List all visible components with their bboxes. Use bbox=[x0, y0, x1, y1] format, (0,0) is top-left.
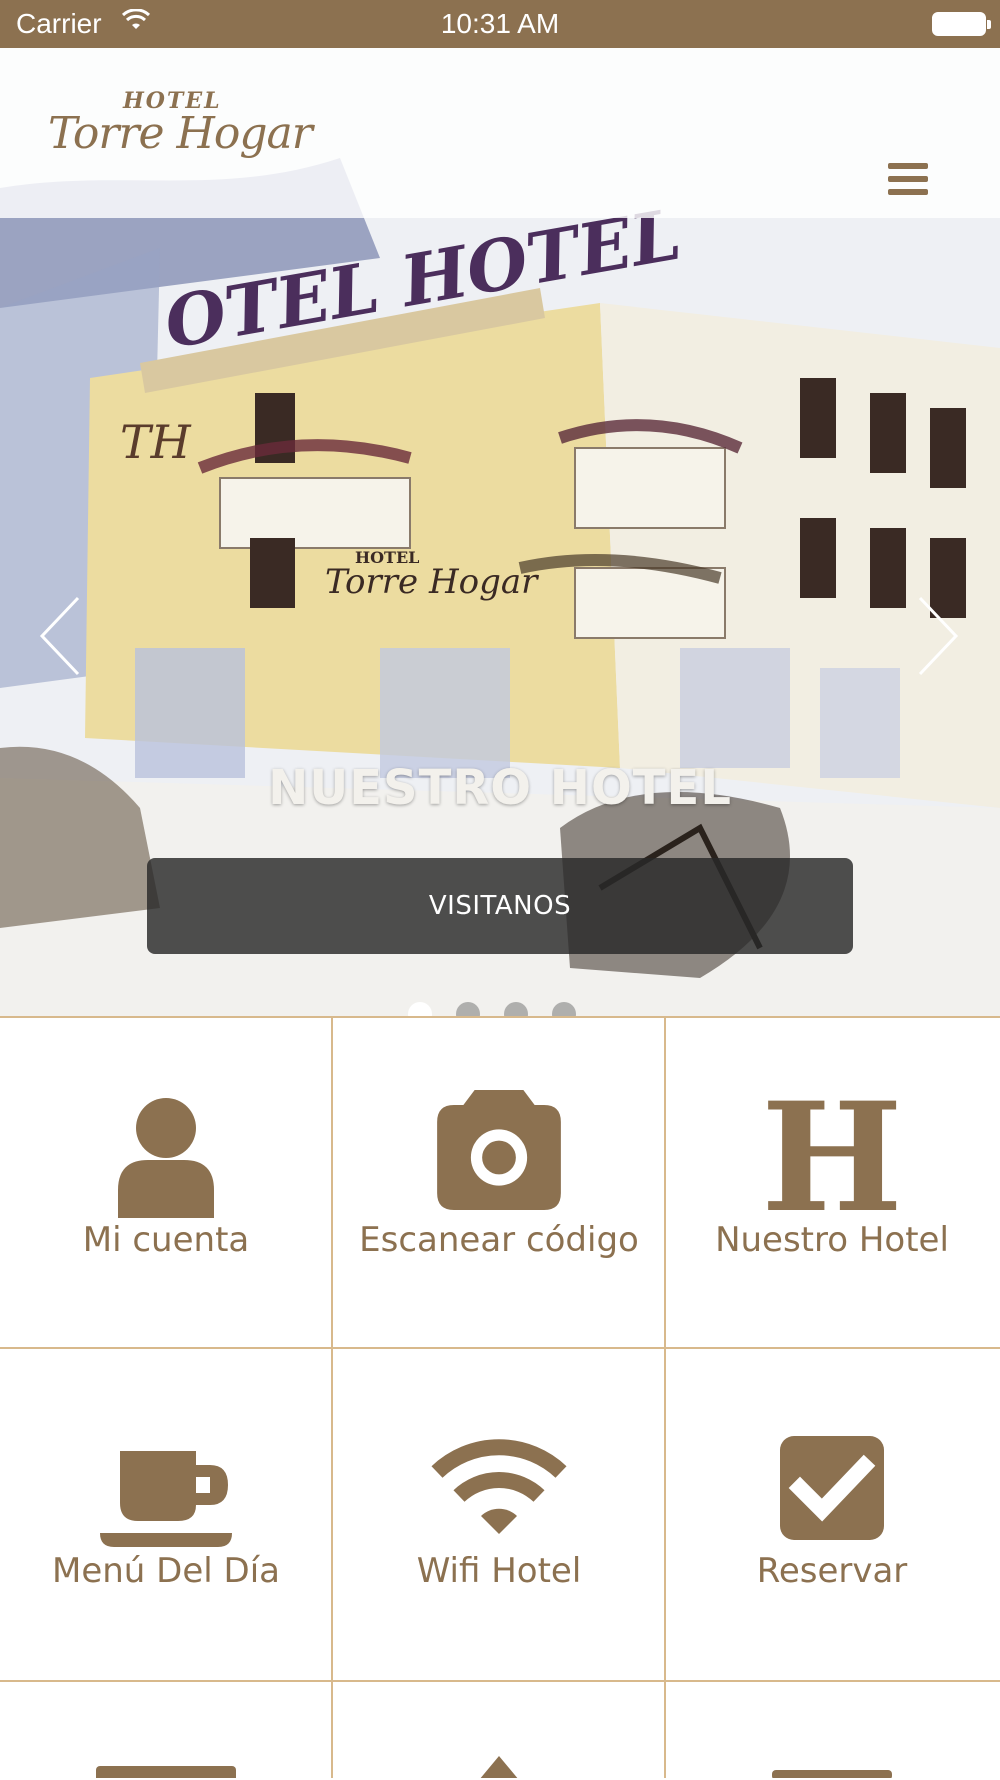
tile-nuestro-hotel[interactable]: H Nuestro Hotel bbox=[666, 1018, 998, 1350]
battery-icon bbox=[932, 12, 991, 36]
tile-label: Nuestro Hotel bbox=[715, 1220, 949, 1260]
location-icon bbox=[480, 1756, 518, 1778]
svg-text:Torre Hogar: Torre Hogar bbox=[325, 562, 539, 602]
document-icon bbox=[772, 1770, 892, 1778]
camera-icon bbox=[437, 1090, 561, 1210]
tile-label: Mi cuenta bbox=[82, 1220, 250, 1260]
carousel-next-arrow-icon[interactable] bbox=[916, 596, 960, 676]
tile-menu-del-dia[interactable]: Menú Del Día bbox=[0, 1349, 332, 1681]
svg-text:TH: TH bbox=[120, 415, 192, 469]
tile-label: Escanear código bbox=[359, 1220, 639, 1260]
tile-label: Reservar bbox=[756, 1551, 908, 1591]
tile-row3-1[interactable] bbox=[0, 1682, 332, 1778]
clock: 10:31 AM bbox=[440, 8, 560, 39]
hotel-logo[interactable]: HOTEL Torre Hogar bbox=[48, 88, 313, 188]
logo-brand-text: Torre Hogar bbox=[48, 108, 313, 159]
tile-wifi-hotel[interactable]: Wifi Hotel bbox=[333, 1349, 665, 1681]
hamburger-menu-icon[interactable] bbox=[888, 163, 928, 197]
tile-row3-2[interactable] bbox=[333, 1682, 665, 1778]
carousel-prev-arrow-icon[interactable] bbox=[38, 596, 82, 676]
user-icon bbox=[118, 1098, 214, 1218]
screen-icon bbox=[96, 1766, 236, 1778]
tile-escanear-codigo[interactable]: Escanear código bbox=[333, 1018, 665, 1350]
slide-title: NUESTRO HOTEL bbox=[268, 760, 732, 816]
h-letter-icon: H bbox=[761, 1098, 903, 1218]
tile-reservar[interactable]: Reservar bbox=[666, 1349, 998, 1681]
svg-text:H: H bbox=[761, 1098, 903, 1218]
wifi-icon bbox=[431, 1439, 567, 1534]
visit-button[interactable]: VISITANOS bbox=[147, 858, 853, 954]
tile-label: Wifi Hotel bbox=[416, 1551, 582, 1591]
checkbox-icon bbox=[780, 1436, 884, 1540]
status-bar: Carrier 10:31 AM bbox=[0, 0, 1000, 48]
tile-mi-cuenta[interactable]: Mi cuenta bbox=[0, 1018, 332, 1350]
tile-row3-3[interactable] bbox=[666, 1682, 998, 1778]
coffee-cup-icon bbox=[100, 1451, 232, 1547]
tile-label: Menú Del Día bbox=[52, 1551, 280, 1591]
hero-carousel[interactable]: OTEL HOTEL TH HOTEL Torre Hogar HOTEL To… bbox=[0, 48, 1000, 1016]
